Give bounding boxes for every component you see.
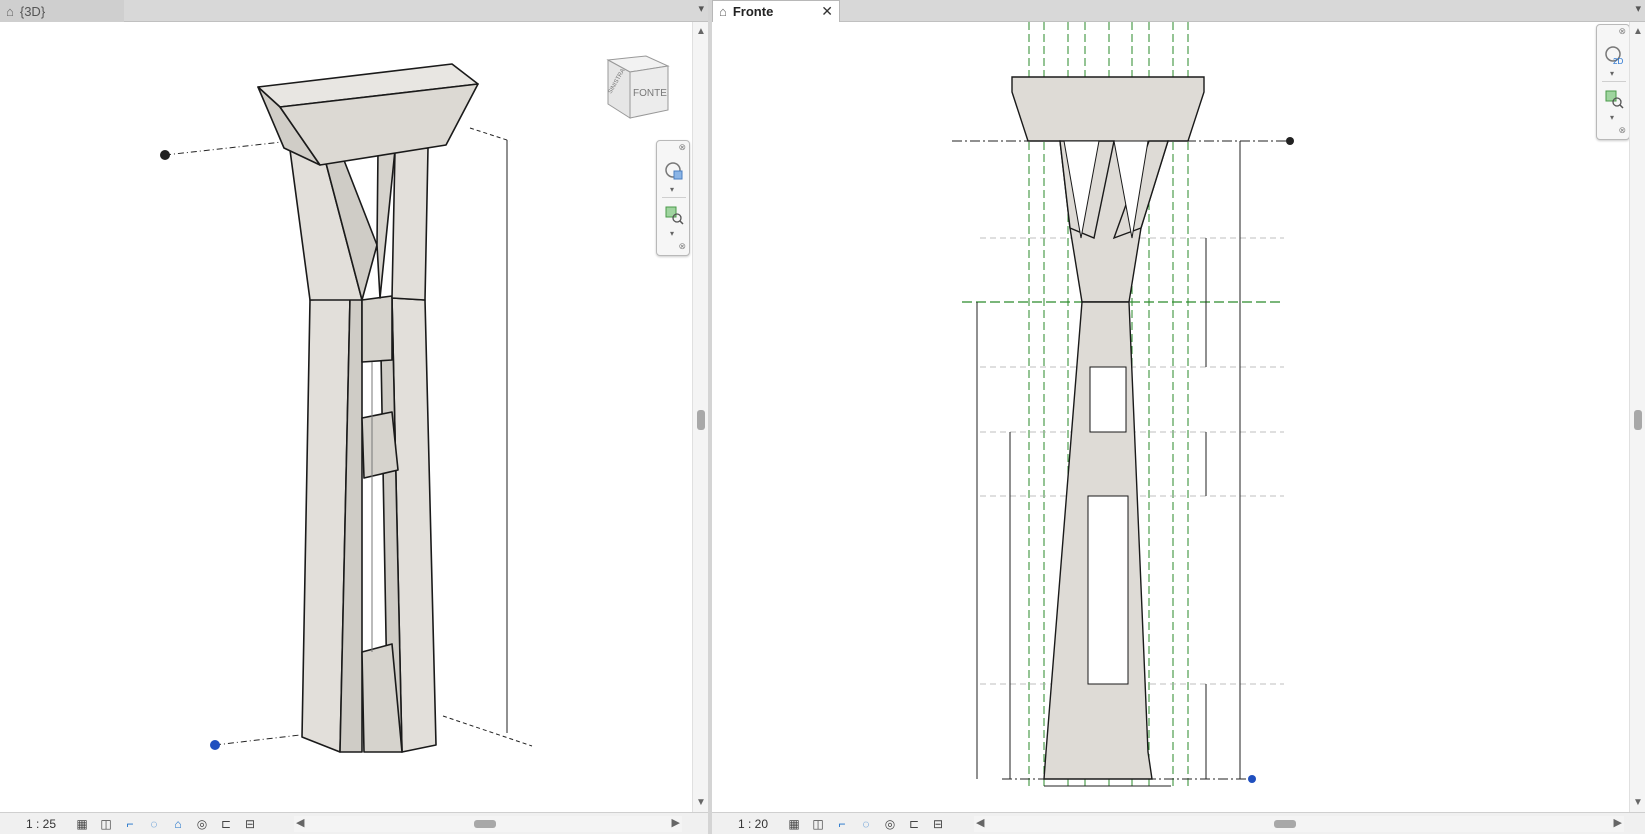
chevron-down-icon[interactable]: ▾	[1635, 2, 1641, 15]
3d-model-canvas[interactable]: FONTE SINISTRA	[0, 22, 692, 812]
scroll-left-icon[interactable]: ◀	[296, 816, 304, 829]
reveal-hidden-icon[interactable]: ⊟	[926, 816, 950, 832]
scroll-thumb[interactable]	[1634, 410, 1642, 430]
view-front-pane[interactable]: ⌂ Fronte ✕ ▾ ⊗ 2D ▾ ▾ ⊗ ▲ ▼ 1: 20 ▦ ◫ ⌐…	[712, 0, 1645, 834]
navigation-wheel-icon[interactable]	[664, 161, 684, 181]
scroll-thumb[interactable]	[1274, 820, 1296, 828]
scroll-down-icon[interactable]: ▼	[696, 797, 706, 808]
level-head-top[interactable]	[1286, 137, 1294, 145]
chevron-down-icon[interactable]: ▾	[1610, 113, 1614, 122]
tab-3d[interactable]: ⌂ {3D}	[0, 0, 124, 22]
zoom-region-icon[interactable]	[1604, 89, 1624, 109]
scroll-thumb[interactable]	[474, 820, 496, 828]
view-3d-pane[interactable]: ⌂ {3D} ▾ FONTE SINISTRA ⊗ ▾ ▾ ⊗ ▲ ▼ 1: …	[0, 0, 708, 834]
shadows-icon[interactable]: ◌	[142, 816, 166, 832]
zoom-region-icon[interactable]	[664, 205, 684, 225]
detail-level-icon[interactable]: ▦	[70, 816, 94, 832]
close-navbar-icon[interactable]: ⊗	[678, 142, 686, 153]
view-control-bar-left: 1 : 25 ▦ ◫ ⌐ ◌ ⌂ ◎ ⊏ ⊟ ◀ ▶	[0, 812, 708, 834]
tab-strip-right: ⌂ Fronte ✕ ▾	[712, 0, 1645, 22]
level-marker-top[interactable]	[160, 150, 170, 160]
elevation-canvas[interactable]	[712, 22, 1629, 812]
tab-fronte[interactable]: ⌂ Fronte ✕	[712, 0, 840, 22]
horizontal-scrollbar-right[interactable]: ◀ ▶	[974, 816, 1624, 832]
temporary-hide-icon[interactable]: ◎	[190, 816, 214, 832]
scroll-right-icon[interactable]: ▶	[1614, 816, 1622, 829]
navigation-bar-right: ⊗ 2D ▾ ▾ ⊗	[1596, 24, 1630, 140]
navbar-options-icon[interactable]: ⊗	[678, 241, 686, 252]
scroll-thumb[interactable]	[697, 410, 705, 430]
close-navbar-icon[interactable]: ⊗	[1618, 26, 1626, 37]
tab-3d-label: {3D}	[19, 3, 46, 19]
column-3d-model[interactable]	[257, 63, 479, 753]
crop-view-icon[interactable]: ⊏	[214, 816, 238, 832]
chevron-down-icon[interactable]: ▾	[670, 229, 674, 238]
reveal-hidden-icon[interactable]: ⊟	[238, 816, 262, 832]
scroll-left-icon[interactable]: ◀	[976, 816, 984, 829]
level-marker-bottom[interactable]	[210, 740, 220, 750]
navbar-separator	[662, 197, 686, 198]
chevron-down-icon[interactable]: ▾	[698, 2, 704, 15]
navigation-wheel-icon[interactable]: 2D	[1604, 45, 1624, 65]
home-icon: ⌂	[6, 3, 14, 19]
view-cube[interactable]: FONTE SINISTRA	[606, 55, 670, 119]
sun-path-icon[interactable]: ⌐	[830, 816, 854, 832]
crop-view-icon[interactable]: ⊏	[902, 816, 926, 832]
navbar-separator	[1602, 81, 1626, 82]
navigation-bar-left: ⊗ ▾ ▾ ⊗	[656, 140, 690, 256]
view-scale[interactable]: 1 : 25	[0, 817, 70, 831]
visual-style-icon[interactable]: ◫	[94, 816, 118, 832]
scroll-right-icon[interactable]: ▶	[672, 816, 680, 829]
horizontal-scrollbar-left[interactable]: ◀ ▶	[294, 816, 682, 832]
chevron-down-icon[interactable]: ▾	[670, 185, 674, 194]
sun-path-icon[interactable]: ⌐	[118, 816, 142, 832]
scroll-down-icon[interactable]: ▼	[1633, 797, 1643, 808]
detail-level-icon[interactable]: ▦	[782, 816, 806, 832]
view-scale[interactable]: 1 : 20	[712, 817, 782, 831]
vertical-scrollbar-right[interactable]: ▲ ▼	[1629, 22, 1645, 812]
close-icon[interactable]: ✕	[821, 3, 833, 20]
viewcube-front-label: FONTE	[633, 88, 667, 99]
navbar-options-icon[interactable]: ⊗	[1618, 125, 1626, 136]
level-head-bottom[interactable]	[1248, 775, 1256, 783]
temporary-hide-icon[interactable]: ◎	[878, 816, 902, 832]
navbar-2d-label: 2D	[1613, 57, 1623, 65]
home-icon: ⌂	[719, 4, 727, 19]
shadows-icon[interactable]: ◌	[854, 816, 878, 832]
visual-style-icon[interactable]: ◫	[806, 816, 830, 832]
scroll-up-icon[interactable]: ▲	[1633, 26, 1643, 37]
view-control-bar-right: 1 : 20 ▦ ◫ ⌐ ◌ ◎ ⊏ ⊟ ◀ ▶	[712, 812, 1645, 834]
scroll-up-icon[interactable]: ▲	[696, 26, 706, 37]
tab-fronte-label: Fronte	[732, 4, 774, 19]
vertical-scrollbar-left[interactable]: ▲ ▼	[692, 22, 708, 812]
render-icon[interactable]: ⌂	[166, 816, 190, 832]
tab-strip-left: ⌂ {3D} ▾	[0, 0, 708, 22]
chevron-down-icon[interactable]: ▾	[1610, 69, 1614, 78]
